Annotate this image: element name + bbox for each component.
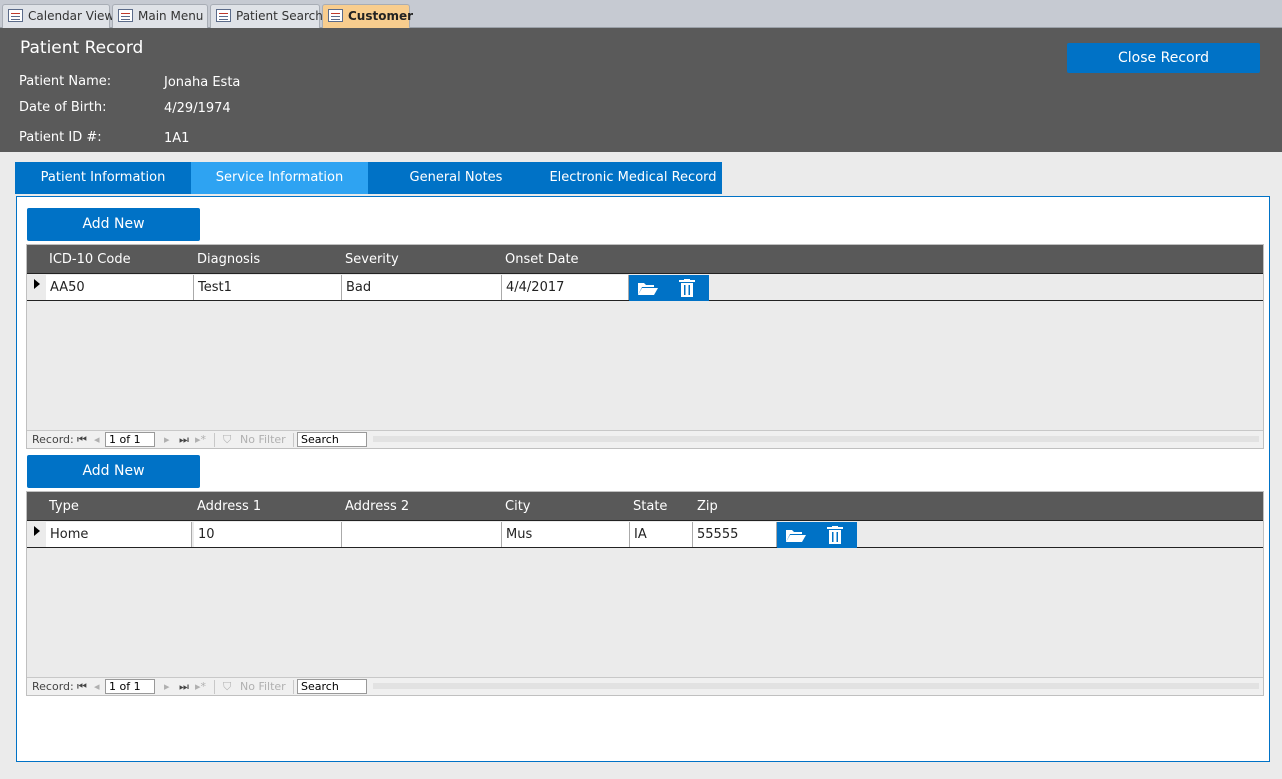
doc-tab-label: Customer [348,9,414,23]
last-record-icon[interactable]: ⏭ [179,680,189,694]
patient-id-label: Patient ID #: [19,130,102,145]
horizontal-scrollbar[interactable] [373,436,1259,442]
form-icon [118,9,133,22]
page-title: Patient Record [20,38,144,58]
patient-record-header: Patient Record Patient Name: Jonaha Esta… [0,28,1282,152]
first-record-icon[interactable]: ⏮ [77,433,87,447]
folder-open-icon[interactable] [785,528,807,543]
trash-icon[interactable] [827,526,843,544]
column-header-type: Type [49,499,79,514]
record-label: Record: [32,433,74,446]
divider [214,680,215,694]
diagnosis-cell[interactable]: Test1 [194,275,342,300]
doc-tab-calendar-view[interactable]: Calendar View [2,4,114,28]
address-2-cell[interactable] [342,522,502,547]
record-selector-arrow-icon[interactable] [34,279,40,289]
column-header-severity: Severity [345,252,399,267]
row-actions [777,522,857,548]
no-filter-button[interactable]: No Filter [240,680,286,693]
row-actions [629,275,709,301]
column-header-city: City [505,499,531,514]
close-record-button[interactable]: Close Record [1067,43,1260,73]
tab-general-notes[interactable]: General Notes [368,162,544,194]
folder-open-icon[interactable] [637,281,659,296]
previous-record-icon[interactable]: ◂ [94,433,100,446]
doc-tab-label: Patient Search [236,9,323,23]
last-record-icon[interactable]: ⏭ [179,433,189,447]
onset-date-cell[interactable]: 4/4/2017 [502,275,629,300]
previous-record-icon[interactable]: ◂ [94,680,100,693]
column-header-onset-date: Onset Date [505,252,579,267]
filter-icon: ⛉ [223,433,232,446]
table-row[interactable]: AA50 Test1 Bad 4/4/2017 [27,273,1263,301]
doc-tab-customer[interactable]: Customer [322,4,414,28]
filter-icon: ⛉ [223,680,232,693]
column-header-address-2: Address 2 [345,499,410,514]
new-record-icon[interactable]: ▸* [195,433,206,446]
next-record-icon[interactable]: ▸ [164,680,170,693]
diagnosis-record-navigator: Record: ⏮ ◂ 1 of 1 ▸ ⏭ ▸* ⛉ No Filter Se… [27,430,1263,448]
column-header-state: State [633,499,668,514]
search-input[interactable]: Search [297,679,367,694]
column-header-icd10-code: ICD-10 Code [49,252,131,267]
city-cell[interactable]: Mus [502,522,630,547]
address-datasheet: Type Address 1 Address 2 City State Zip … [26,491,1264,696]
form-icon [8,9,23,22]
form-icon [328,9,343,22]
date-of-birth-label: Date of Birth: [19,100,107,115]
diagnosis-header: ICD-10 Code Diagnosis Severity Onset Dat… [27,245,1263,273]
search-input[interactable]: Search [297,432,367,447]
severity-cell[interactable]: Bad [342,275,502,300]
doc-tab-patient-search[interactable]: Patient Search [210,4,323,28]
current-record-field[interactable]: 1 of 1 [105,432,155,447]
diagnosis-datasheet: ICD-10 Code Diagnosis Severity Onset Dat… [26,244,1264,449]
doc-tab-main-menu[interactable]: Main Menu [112,4,208,28]
record-label: Record: [32,680,74,693]
column-header-zip: Zip [697,499,718,514]
address-header: Type Address 1 Address 2 City State Zip [27,492,1263,520]
document-tab-bar: Calendar View Main Menu Patient Search C… [0,0,1282,28]
state-cell[interactable]: IA [630,522,693,547]
new-record-icon[interactable]: ▸* [195,680,206,693]
record-selector-arrow-icon[interactable] [34,526,40,536]
add-new-address-button[interactable]: Add New [27,455,200,488]
tab-patient-information[interactable]: Patient Information [15,162,191,194]
date-of-birth-value: 4/29/1974 [164,101,231,116]
doc-tab-label: Main Menu [138,9,204,23]
add-new-diagnosis-button[interactable]: Add New [27,208,200,241]
table-row[interactable]: Home 10 Mus IA 55555 [27,520,1263,548]
icd10-code-cell[interactable]: AA50 [46,275,194,300]
form-icon [216,9,231,22]
divider [293,433,294,447]
address-1-cell[interactable]: 10 [194,522,342,547]
column-header-address-1: Address 1 [197,499,262,514]
doc-tab-label: Calendar View [28,9,115,23]
type-cell[interactable]: Home [46,522,192,547]
address-record-navigator: Record: ⏮ ◂ 1 of 1 ▸ ⏭ ▸* ⛉ No Filter Se… [27,677,1263,695]
patient-name-value: Jonaha Esta [164,75,241,90]
current-record-field[interactable]: 1 of 1 [105,679,155,694]
tab-electronic-medical-record[interactable]: Electronic Medical Record [544,162,722,194]
first-record-icon[interactable]: ⏮ [77,680,87,694]
trash-icon[interactable] [679,279,695,297]
patient-id-value: 1A1 [164,131,190,146]
horizontal-scrollbar[interactable] [373,683,1259,689]
next-record-icon[interactable]: ▸ [164,433,170,446]
divider [214,433,215,447]
zip-cell[interactable]: 55555 [693,522,777,547]
divider [293,680,294,694]
no-filter-button[interactable]: No Filter [240,433,286,446]
tab-service-information[interactable]: Service Information [191,162,368,194]
patient-name-label: Patient Name: [19,74,112,89]
column-header-diagnosis: Diagnosis [197,252,261,267]
